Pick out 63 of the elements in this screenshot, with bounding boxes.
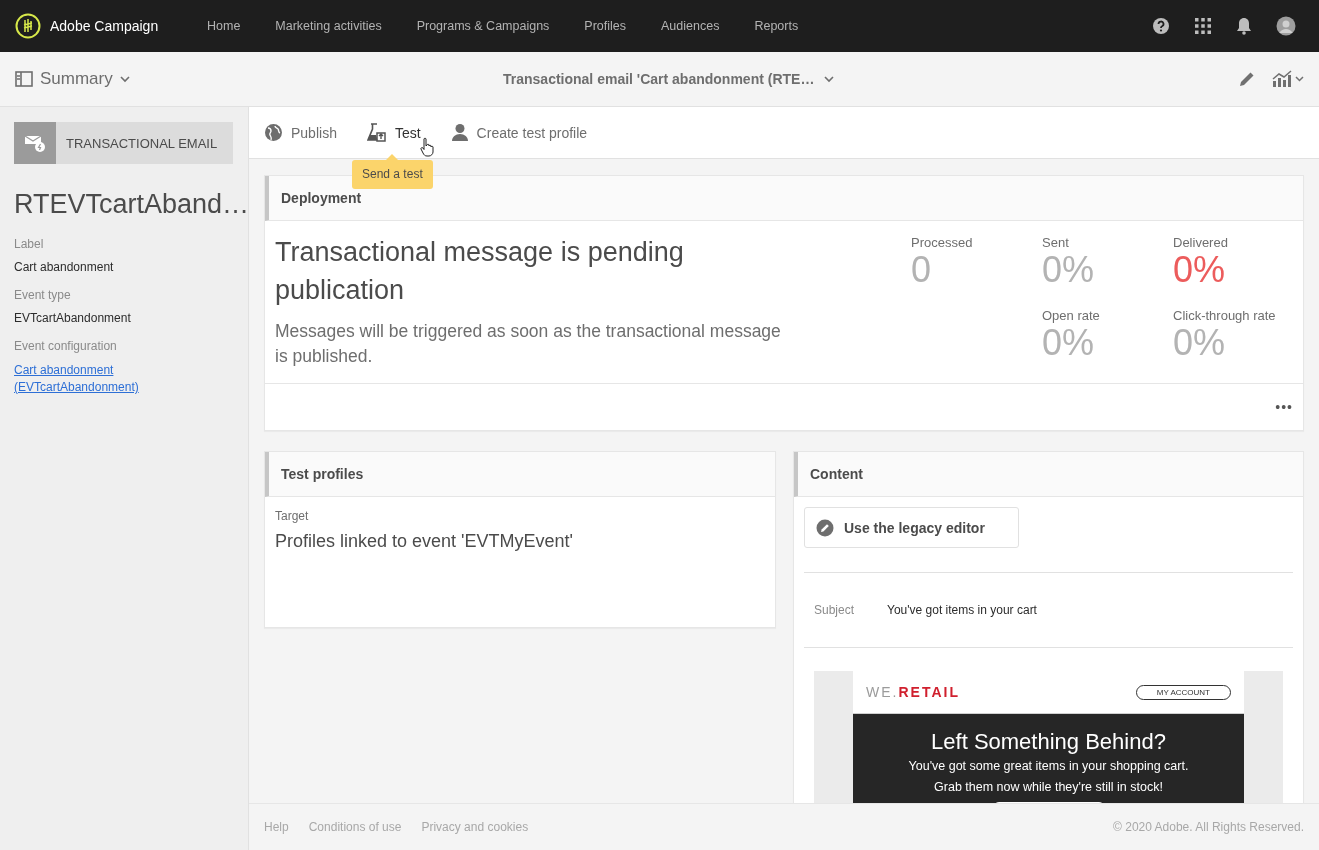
field-label: Label (14, 237, 45, 251)
tooltip-arrow (386, 154, 399, 160)
message-name: RTEVTcartAband… (14, 189, 248, 220)
status-heading: Transactional message is pending publication (275, 236, 685, 307)
pencil-icon[interactable] (1238, 70, 1256, 88)
more-button[interactable]: ••• (1275, 399, 1293, 415)
copyright: © 2020 Adobe. All Rights Reserved. (1113, 820, 1304, 834)
globe-icon (264, 123, 283, 142)
type-label: TRANSACTIONAL EMAIL (66, 135, 218, 151)
stat-value: 0% (1173, 322, 1226, 363)
stat-value: 0 (911, 250, 933, 290)
summary-dropdown[interactable]: Summary (15, 69, 455, 89)
subject-label: Subject (814, 603, 855, 617)
caret-icon (119, 75, 130, 83)
help-icon[interactable] (1152, 17, 1170, 35)
nav-link[interactable]: Profiles (584, 19, 627, 33)
nav-link[interactable]: Marketing activities (275, 19, 382, 33)
stat-label: Sent (1042, 235, 1070, 250)
flask-icon (366, 123, 387, 142)
logo-icon (15, 13, 41, 39)
stat-value: 0% (1173, 250, 1227, 290)
email-text: You've got some great items in your shopping cart. (907, 758, 1190, 775)
bell-icon[interactable] (1236, 17, 1252, 35)
person-icon (450, 123, 469, 142)
nav-link[interactable]: Audiences (661, 19, 720, 33)
field-label: Event type (14, 288, 72, 302)
target-label: Target (275, 509, 310, 523)
toolbar-button[interactable]: Test (366, 117, 421, 148)
field-label: Event configuration (14, 339, 118, 353)
brand-logo: WE.RETAIL (866, 684, 960, 700)
pencil-icon (816, 518, 834, 537)
mail-icon (24, 134, 46, 152)
stat-value: 0% (1042, 250, 1096, 290)
field-link[interactable]: Cart abandonment (EVTcartAbandonment) (14, 362, 154, 396)
nav-link[interactable]: Reports (754, 19, 799, 33)
stat-value: 0% (1042, 322, 1096, 363)
card-title: Content (810, 466, 863, 482)
card-title: Deployment (281, 190, 362, 206)
subject-value: You've got items in your cart (887, 603, 1037, 617)
target-value: Profiles linked to event 'EVTMyEvent' (275, 531, 574, 552)
field-value: Cart abandonment (14, 260, 115, 274)
tooltip: Send a test (352, 160, 433, 189)
nav-link[interactable]: Programs & Campaigns (416, 19, 550, 33)
title-dropdown[interactable]: Transactional email 'Cart abandonment (RTE… (503, 71, 835, 87)
sidebar-panel-icon (15, 71, 33, 87)
status-message: Messages will be triggered as soon as the transactional message is published. (275, 320, 782, 368)
chart-icon[interactable] (1272, 70, 1304, 88)
stat-label: Delivered (1173, 235, 1229, 250)
caret-icon (824, 75, 835, 83)
legacy-editor-button[interactable]: Use the legacy editor (804, 507, 1019, 548)
email-headline: Left Something Behind? (930, 728, 1167, 756)
field-value: EVTcartAbandonment (14, 311, 132, 325)
card-title: Test profiles (281, 466, 364, 482)
apps-grid-icon[interactable] (1194, 17, 1212, 35)
stat-label: Processed (911, 235, 974, 250)
stat-label: Open rate (1042, 307, 1101, 323)
stat-label: Click-through rate (1173, 307, 1277, 323)
toolbar-button[interactable]: Publish (264, 117, 337, 148)
email-text: Grab them now while they're still in stock! (933, 779, 1164, 796)
toolbar-button[interactable]: Create test profile (450, 117, 588, 148)
avatar-icon[interactable] (1276, 16, 1296, 36)
nav-link[interactable]: Home (207, 19, 241, 33)
app-name: Adobe Campaign (50, 18, 159, 34)
